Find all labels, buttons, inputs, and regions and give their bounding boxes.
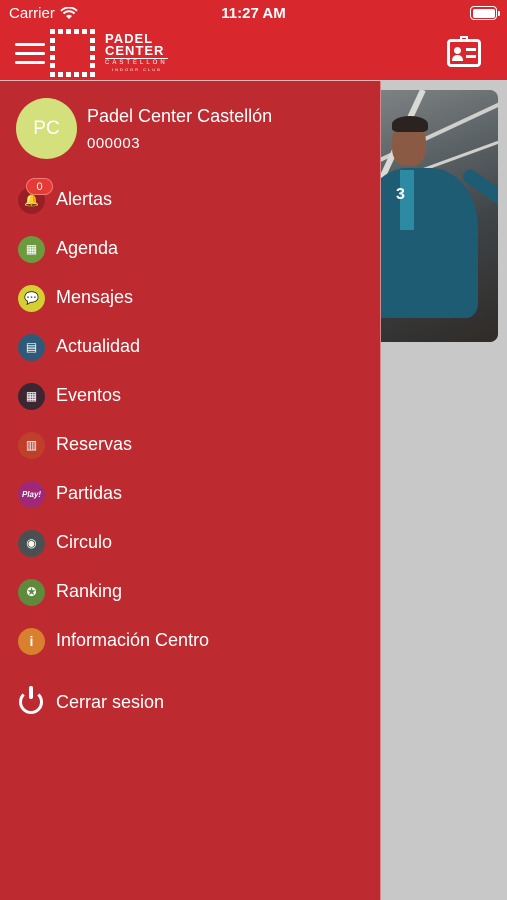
event-calendar-icon: ▦ <box>18 383 45 410</box>
hamburger-menu-button[interactable] <box>15 43 45 65</box>
menu-item-actualidad[interactable]: ▤ Actualidad <box>0 323 381 372</box>
menu-item-label: Partidas <box>56 483 123 503</box>
info-icon: i <box>18 628 45 655</box>
profile-code: 000003 <box>87 135 141 152</box>
menu-item-informacion-centro[interactable]: i Información Centro <box>0 617 381 666</box>
user-profile[interactable]: PC Padel Center Castellón 000003 <box>16 98 366 160</box>
calendar-icon: ▦ <box>18 236 45 263</box>
menu-item-alertas[interactable]: 🔔 0 Alertas <box>0 176 381 225</box>
menu-item-label: Agenda <box>56 238 119 258</box>
status-bar: Carrier 11:27 AM <box>0 0 507 28</box>
logo-text-castellon: Castellón <box>105 58 168 66</box>
menu-item-label: Alertas <box>56 189 113 209</box>
menu-item-label: Información Centro <box>56 630 210 650</box>
divider <box>0 80 381 81</box>
menu-item-label: Reservas <box>56 434 133 454</box>
menu-item-agenda[interactable]: ▦ Agenda <box>0 225 381 274</box>
menu-item-partidas[interactable]: Play! Partidas <box>0 470 381 519</box>
padel-center-logo: Padel Center Castellón Indoor Club <box>50 29 180 77</box>
profile-name: Padel Center Castellón <box>87 106 273 126</box>
menu-item-eventos[interactable]: ▦ Eventos <box>0 372 381 421</box>
power-icon <box>19 686 43 714</box>
battery-icon <box>470 6 500 20</box>
menu-item-label: Ranking <box>56 581 123 601</box>
court-icon: ▥ <box>18 432 45 459</box>
logo-grid-icon <box>50 29 98 77</box>
side-drawer: PC Padel Center Castellón 000003 🔔 0 Ale… <box>0 80 381 900</box>
logout-button[interactable]: Cerrar sesion <box>0 683 381 723</box>
menu-item-mensajes[interactable]: 💬 Mensajes <box>0 274 381 323</box>
news-icon: ▤ <box>18 334 45 361</box>
clock: 11:27 AM <box>221 5 286 22</box>
logo-text-center: Center <box>105 43 165 58</box>
app-header: Padel Center Castellón Indoor Club <box>0 28 507 80</box>
chat-icon: 💬 <box>18 285 45 312</box>
logout-label: Cerrar sesion <box>56 692 165 712</box>
logo-text-indoor-club: Indoor Club <box>112 67 162 72</box>
alerts-count-badge: 0 <box>26 178 53 195</box>
group-icon: ◉ <box>18 530 45 557</box>
member-card-button[interactable] <box>447 36 481 67</box>
menu-item-label: Actualidad <box>56 336 141 356</box>
menu-item-label: Eventos <box>56 385 122 405</box>
menu-item-reservas[interactable]: ▥ Reservas <box>0 421 381 470</box>
award-icon: ✪ <box>18 579 45 606</box>
menu-item-ranking[interactable]: ✪ Ranking <box>0 568 381 617</box>
avatar: PC <box>16 98 77 159</box>
drawer-menu: 🔔 0 Alertas ▦ Agenda 💬 Mensajes ▤ Actual… <box>0 176 381 666</box>
menu-item-circulo[interactable]: ◉ Circulo <box>0 519 381 568</box>
menu-item-label: Circulo <box>56 532 113 552</box>
member-card-icon <box>460 36 468 42</box>
play-icon: Play! <box>18 481 45 508</box>
menu-item-label: Mensajes <box>56 287 134 307</box>
